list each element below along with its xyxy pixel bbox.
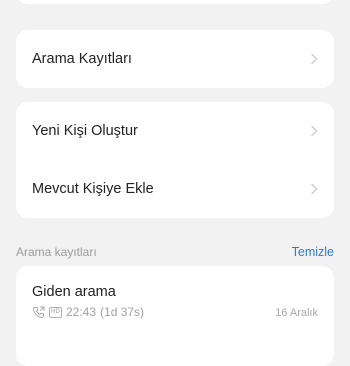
call-type-label: Giden arama: [32, 284, 116, 300]
chevron-right-icon: [308, 183, 320, 195]
new-contact-label: Yeni Kişi Oluştur: [32, 123, 138, 139]
call-log-entry[interactable]: Giden arama HD 22:43 (1d 37s) 16 Aralık: [16, 266, 334, 338]
call-date: 16 Aralık: [275, 307, 318, 319]
call-logs-row[interactable]: Arama Kayıtları: [16, 30, 334, 88]
outgoing-call-icon: [32, 306, 45, 319]
add-existing-contact-label: Mevcut Kişiye Ekle: [32, 181, 154, 197]
call-logs-label: Arama Kayıtları: [32, 51, 132, 67]
call-duration: (1d 37s): [100, 305, 145, 319]
call-logs-card: Arama Kayıtları: [16, 30, 334, 88]
call-history-header: Arama kayıtları Temizle: [16, 244, 334, 260]
call-time: 22:43: [66, 305, 97, 319]
new-contact-row[interactable]: Yeni Kişi Oluştur: [16, 102, 334, 160]
chevron-right-icon: [308, 125, 320, 137]
clear-button[interactable]: Temizle: [292, 245, 334, 259]
hd-badge: HD: [49, 306, 62, 318]
call-log-card: Giden arama HD 22:43 (1d 37s) 16 Aralık: [16, 266, 334, 366]
section-title: Arama kayıtları: [16, 245, 97, 259]
add-existing-contact-row[interactable]: Mevcut Kişiye Ekle: [16, 160, 334, 218]
contact-actions-card: Yeni Kişi Oluştur Mevcut Kişiye Ekle: [16, 102, 334, 218]
top-card: [16, 0, 334, 4]
chevron-right-icon: [308, 53, 320, 65]
call-meta: HD 22:43 (1d 37s): [32, 304, 144, 320]
